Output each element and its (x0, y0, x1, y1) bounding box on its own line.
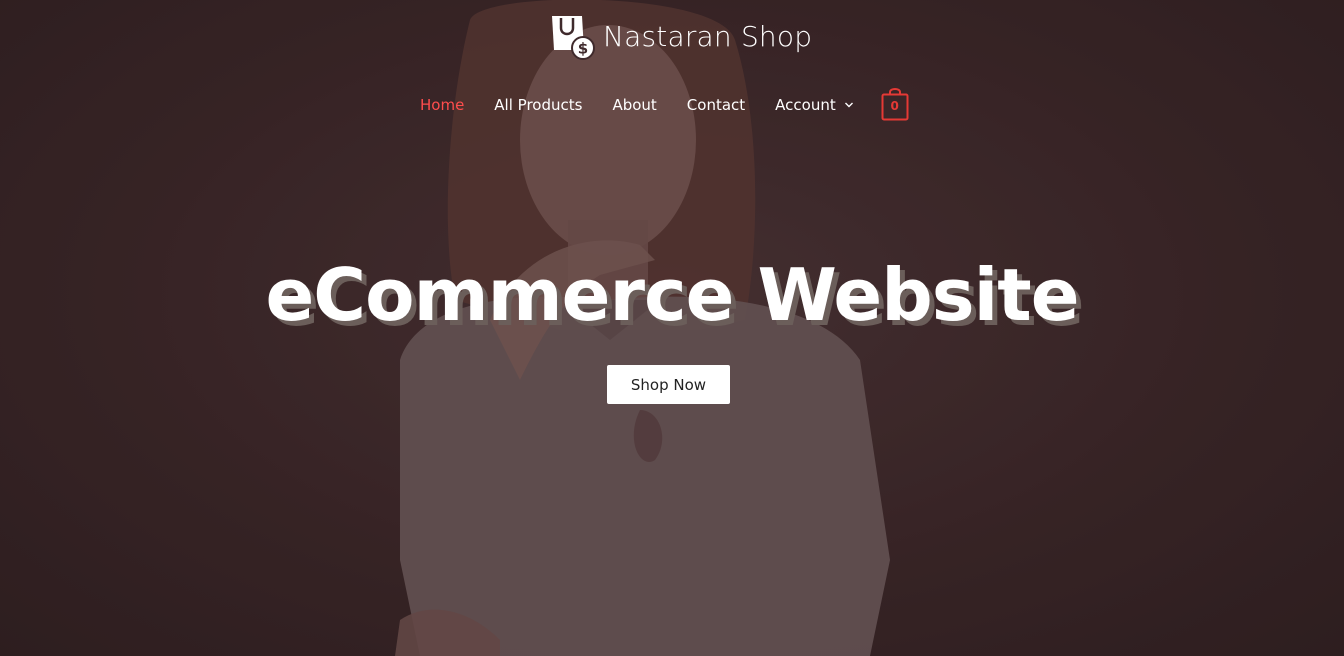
svg-text:$: $ (578, 40, 588, 58)
nav-item-about[interactable]: About (597, 86, 671, 124)
chevron-down-icon (844, 102, 853, 108)
shop-now-button[interactable]: Shop Now (607, 365, 730, 404)
brand-link[interactable]: $ Nastaran Shop (548, 12, 812, 60)
cart-count: 0 (890, 99, 899, 113)
nav-item-account[interactable]: Account (760, 86, 869, 124)
brand-name: Nastaran Shop (603, 19, 813, 53)
nav-item-contact[interactable]: Contact (672, 86, 760, 124)
nav-item-home[interactable]: Home (405, 86, 479, 124)
site-header: $ Nastaran Shop Home All Products About … (0, 0, 1344, 140)
main-navigation: Home All Products About Contact Account … (405, 86, 909, 124)
cart-button[interactable]: 0 (881, 87, 909, 123)
nav-item-all-products[interactable]: All Products (479, 86, 597, 124)
hero-title: eCommerce Website (265, 253, 1079, 337)
shopping-bag-dollar-icon: $ (552, 16, 595, 60)
nav-item-account-label: Account (775, 96, 836, 114)
